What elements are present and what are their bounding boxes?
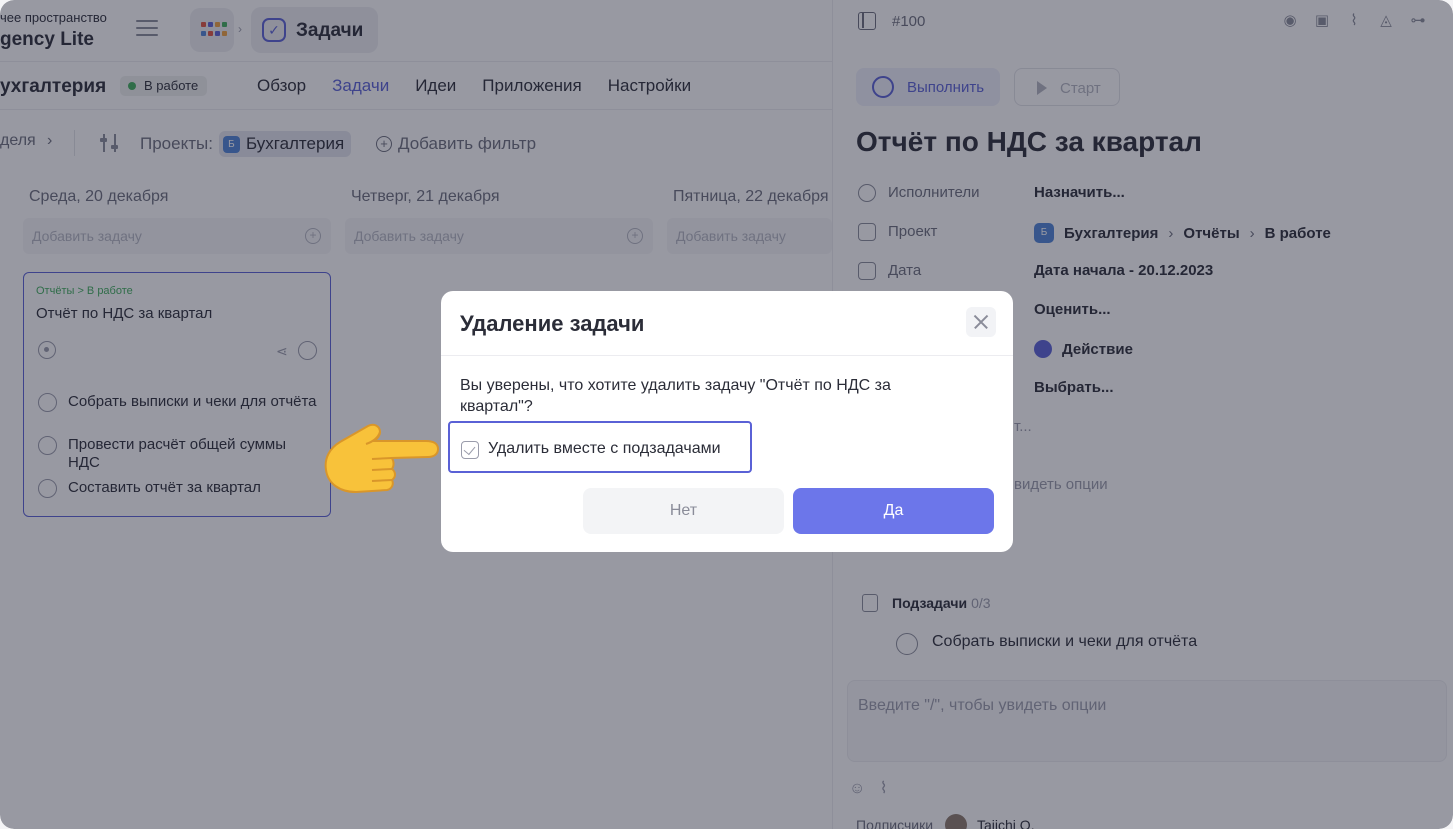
app-window: чее пространство gency Lite › ✓ Задачи у… xyxy=(0,0,1453,829)
delete-subtasks-checkbox-row[interactable]: Удалить вместе с подзадачами xyxy=(448,421,752,473)
pointing-hand-icon xyxy=(324,423,440,494)
cancel-button[interactable]: Нет xyxy=(583,488,784,534)
delete-task-dialog: Удаление задачи Вы уверены, что хотите у… xyxy=(441,291,1013,552)
delete-subtasks-label[interactable]: Удалить вместе с подзадачами xyxy=(488,440,721,458)
dialog-message: Вы уверены, что хотите удалить задачу "О… xyxy=(460,377,891,415)
confirm-delete-button[interactable]: Да xyxy=(793,488,994,534)
divider xyxy=(441,355,1013,356)
delete-subtasks-checkbox[interactable] xyxy=(461,441,479,459)
close-icon[interactable] xyxy=(966,307,996,337)
dialog-title: Удаление задачи xyxy=(460,311,645,336)
